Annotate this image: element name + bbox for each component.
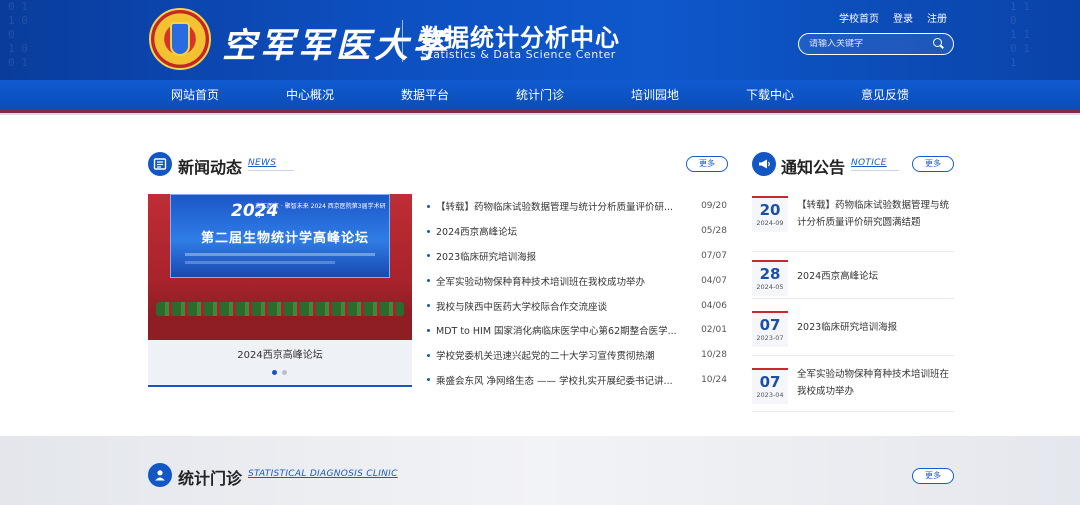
site-header: 0 1 1 0 0 1 0 0 1 1 1 0 1 1 0 1 1 空军军医大学… (0, 0, 1080, 80)
notice-list: 20 2024-09 【转载】药物临床试验数据管理与统计分析质量评价研究圆满结题… (752, 195, 954, 412)
binary-decoration: 0 1 1 0 0 1 0 0 1 (8, 0, 28, 69)
header-divider (402, 20, 403, 62)
nav-item-feedback[interactable]: 意见反馈 (828, 80, 943, 110)
news-more-button[interactable]: 更多 (686, 156, 728, 172)
slide-bottom-bar (148, 385, 412, 387)
list-item[interactable]: 学校党委机关迅速兴起党的二十大学习宣传贯彻热潮 10/28 (427, 343, 727, 368)
notice-title-en: NOTICE (851, 158, 887, 168)
notice-date-badge: 07 2023-07 (752, 311, 788, 347)
center-subtitle: Statistics & Data Science Center (421, 48, 616, 61)
bullet-icon (427, 328, 430, 332)
slide-caption[interactable]: 2024西京高峰论坛 (148, 346, 412, 361)
clinic-title-en: STATISTICAL DIAGNOSIS CLINIC (248, 469, 398, 479)
search-icon[interactable] (929, 35, 947, 53)
clinic-more-button[interactable]: 更多 (912, 468, 954, 484)
binary-decoration: 1 1 0 1 1 0 1 1 (1010, 0, 1030, 69)
bullet-icon (427, 378, 430, 382)
bullet-icon (427, 353, 430, 357)
list-item[interactable]: 28 2024-05 2024西京高峰论坛 (752, 252, 954, 299)
notice-title: 通知公告 (781, 158, 846, 177)
university-name[interactable]: 空军军医大学 (222, 18, 450, 67)
slide-photo: 2024 启汇西京 · 聚智未来 2024 西京医院第3届学术研讨 第二届生物统… (148, 194, 412, 340)
slide-screen: 2024 启汇西京 · 聚智未来 2024 西京医院第3届学术研讨 第二届生物统… (170, 194, 390, 278)
list-item[interactable]: 20 2024-09 【转载】药物临床试验数据管理与统计分析质量评价研究圆满结题 (752, 195, 954, 252)
nav-item-home[interactable]: 网站首页 (138, 80, 253, 110)
clinic-title: 统计门诊 (178, 469, 243, 488)
newspaper-icon (153, 158, 167, 170)
notice-date-badge: 28 2024-05 (752, 260, 788, 296)
register-link[interactable]: 注册 (927, 10, 947, 25)
bullet-icon (427, 304, 430, 308)
list-item[interactable]: 07 2023-04 全军实验动物保种育种技术培训班在我校成功举办 (752, 356, 954, 412)
news-slideshow[interactable]: 2024 启汇西京 · 聚智未来 2024 西京医院第3届学术研讨 第二届生物统… (148, 194, 412, 386)
list-item[interactable]: 07 2023-07 2023临床研究培训海报 (752, 299, 954, 356)
news-title: 新闻动态 (178, 158, 243, 177)
search-box (798, 33, 954, 55)
nav-item-clinic[interactable]: 统计门诊 (483, 80, 598, 110)
notice-section-icon (752, 152, 776, 176)
slide-screen-line: 启汇西京 · 聚智未来 2024 西京医院第3届学术研讨 (255, 203, 386, 219)
list-item[interactable]: 全军实验动物保种育种技术培训班在我校成功举办 04/07 (427, 268, 727, 293)
bullet-icon (427, 254, 430, 258)
nav-shadow-line (0, 113, 1080, 115)
news-title-en: NEWS (248, 158, 277, 168)
slide-plants (156, 302, 404, 316)
bullet-icon (427, 229, 430, 233)
list-item[interactable]: 【转载】药物临床试验数据管理与统计分析质量评价研... 09/20 (427, 194, 727, 219)
nav-item-download[interactable]: 下载中心 (713, 80, 828, 110)
list-item[interactable]: MDT to HIM 国家消化病临床医学中心第62期整合医学... 02/01 (427, 318, 727, 343)
list-item[interactable]: 乘盛会东风 净网络生态 —— 学校扎实开展纪委书记讲... 10/24 (427, 368, 727, 393)
notice-more-button[interactable]: 更多 (912, 156, 954, 172)
megaphone-icon (759, 159, 770, 169)
list-item[interactable]: 2023临床研究培训海报 07/07 (427, 244, 727, 269)
news-list: 【转载】药物临床试验数据管理与统计分析质量评价研... 09/20 2024西京… (427, 194, 727, 392)
list-item[interactable]: 我校与陕西中医药大学校际合作交流座谈 04/06 (427, 293, 727, 318)
main-nav: 网站首页 中心概况 数据平台 统计门诊 培训园地 下载中心 意见反馈 (0, 80, 1080, 110)
bullet-icon (427, 279, 430, 283)
bullet-icon (427, 204, 430, 208)
notice-date-badge: 07 2023-04 (752, 368, 788, 404)
emblem-shield-icon (170, 22, 190, 56)
nav-item-about[interactable]: 中心概况 (253, 80, 368, 110)
user-icon (155, 470, 165, 481)
login-link[interactable]: 登录 (893, 10, 913, 25)
search-input[interactable] (799, 39, 929, 49)
slide-stage (148, 316, 412, 340)
clinic-section-icon (148, 463, 172, 487)
school-home-link[interactable]: 学校首页 (839, 10, 879, 25)
nav-item-data-platform[interactable]: 数据平台 (368, 80, 483, 110)
notice-title-underline (851, 170, 899, 171)
top-links: 学校首页 登录 注册 (839, 10, 947, 25)
slide-dot-active[interactable] (272, 370, 277, 375)
slide-dot[interactable] (282, 370, 287, 375)
news-section-icon (148, 152, 172, 176)
slide-screen-title: 第二届生物统计学高峰论坛 (201, 231, 370, 246)
news-title-underline (248, 170, 294, 171)
nav-item-training[interactable]: 培训园地 (598, 80, 713, 110)
list-item[interactable]: 2024西京高峰论坛 05/28 (427, 219, 727, 244)
notice-date-badge: 20 2024-09 (752, 196, 788, 232)
